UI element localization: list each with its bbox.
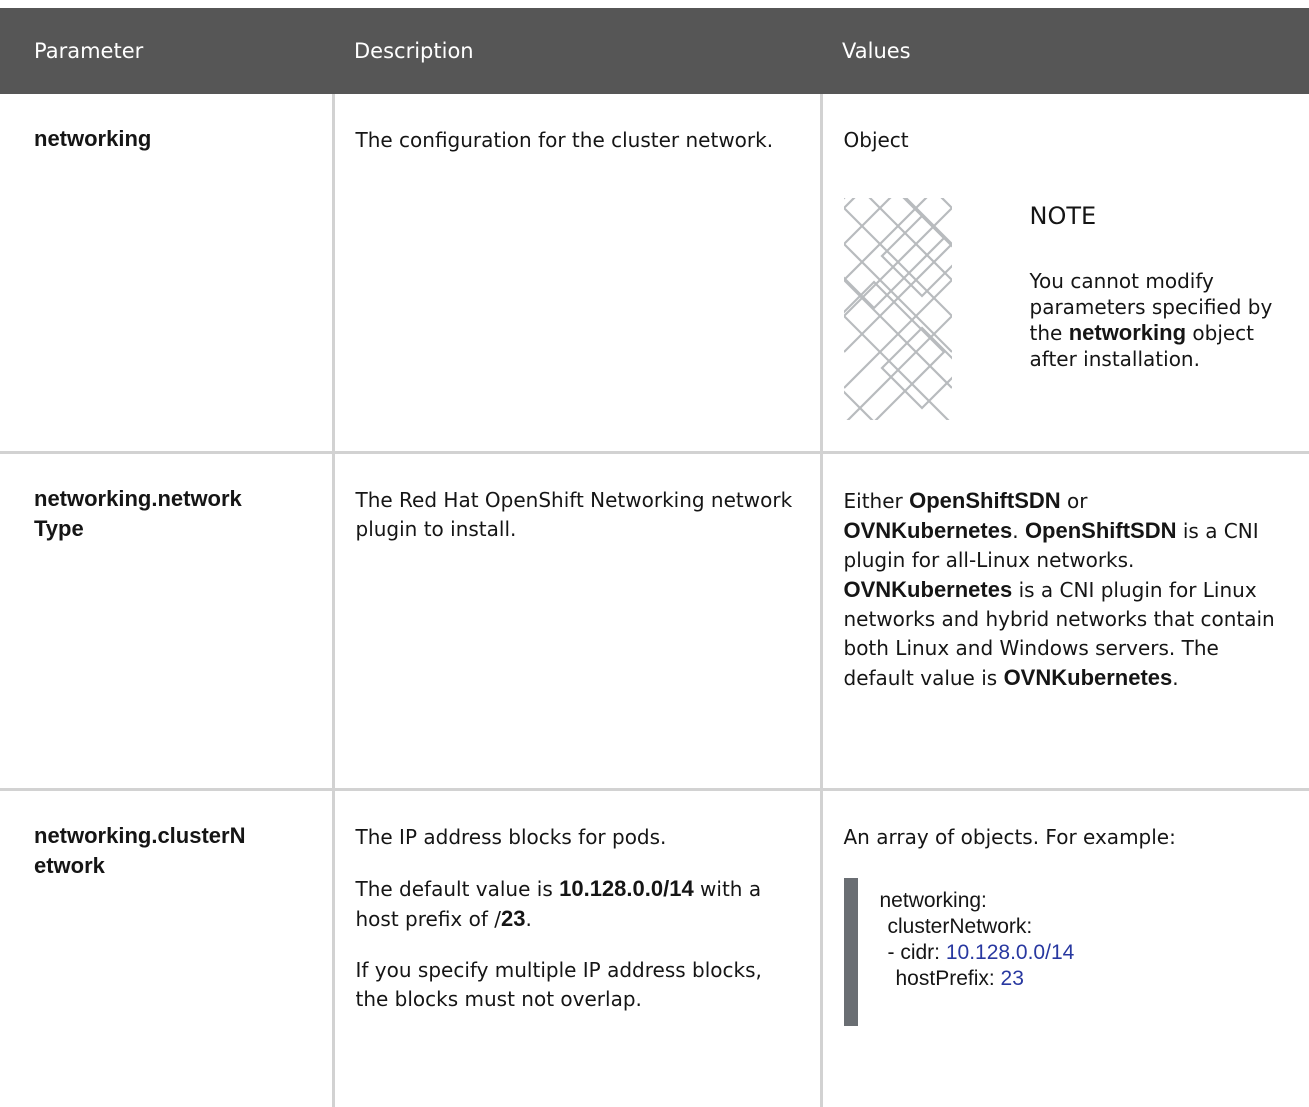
param-description: The IP address blocks for pods. The defa… bbox=[331, 789, 821, 1107]
value-bold-term: OpenShiftSDN bbox=[1024, 517, 1177, 543]
code-key: - cidr: bbox=[887, 940, 946, 964]
note-admonition: NOTE You cannot modify parameters specif… bbox=[843, 198, 1290, 420]
table-row: networking.network Type The Red Hat OpenS… bbox=[0, 452, 1309, 789]
description-text: The IP address blocks for pods. bbox=[355, 824, 667, 849]
note-pattern-icon bbox=[843, 198, 952, 420]
description-default: The default value is 10.128.0.0/14 with … bbox=[356, 874, 800, 934]
description-text-part: The default value is bbox=[355, 876, 560, 901]
code-number: 23 bbox=[1000, 966, 1024, 990]
value-text: An array of objects. For example: bbox=[843, 824, 1176, 849]
note-title: NOTE bbox=[1029, 202, 1097, 230]
description-text: The Red Hat OpenShift Networking network… bbox=[355, 487, 793, 541]
value-text-part: . bbox=[1012, 518, 1025, 543]
description-bold-term: 10.128.0.0/14 bbox=[559, 875, 694, 901]
table-row: networking The configuration for the clu… bbox=[0, 94, 1309, 452]
value-text-part: or bbox=[1060, 488, 1088, 513]
description-overlap-note: If you specify multiple IP address block… bbox=[355, 957, 762, 1011]
note-body: You cannot modify parameters specified b… bbox=[1030, 268, 1290, 372]
header-description: Description bbox=[333, 8, 821, 94]
header-parameter: Parameter bbox=[0, 8, 333, 94]
value-text-part: Either bbox=[843, 488, 910, 513]
param-description: The Red Hat OpenShift Networking network… bbox=[331, 452, 821, 789]
description-text-part: . bbox=[525, 906, 532, 931]
param-name-line2: etwork bbox=[34, 852, 105, 878]
param-values: Object NOTE You cannot modify parameters… bbox=[819, 94, 1309, 452]
value-text-part: . bbox=[1172, 665, 1179, 690]
table-row: networking.clusterN etwork The IP address… bbox=[0, 789, 1309, 1107]
param-values: Either OpenShiftSDN or OVNKubernetes. Op… bbox=[819, 452, 1309, 789]
code-line: networking: bbox=[879, 888, 987, 912]
param-description: The configuration for the cluster networ… bbox=[331, 94, 821, 452]
code-line: - cidr: 10.128.0.0/14 bbox=[880, 940, 1290, 966]
value-bold-term: OVNKubernetes bbox=[1003, 664, 1173, 690]
code-number: 10.128.0.0 bbox=[945, 940, 1046, 964]
table-header-row: Parameter Description Values bbox=[0, 8, 1309, 94]
description-bold-term: 23 bbox=[500, 905, 526, 931]
value-text: Either OpenShiftSDN or OVNKubernetes. Op… bbox=[844, 486, 1290, 693]
parameters-table: Parameter Description Values networking … bbox=[0, 8, 1309, 1107]
header-values: Values bbox=[821, 8, 1309, 94]
param-name: networking bbox=[34, 126, 152, 151]
param-name-line1: networking.clusterN bbox=[34, 822, 246, 848]
code-line: clusterNetwork: bbox=[887, 914, 1033, 938]
value-text: Object bbox=[843, 128, 909, 152]
code-block: networking: clusterNetwork: - cidr: 10.1… bbox=[843, 877, 1290, 1026]
description-text: The configuration for the cluster networ… bbox=[355, 128, 774, 152]
param-name: networking.network Type bbox=[0, 452, 333, 789]
value-bold-term: OVNKubernetes bbox=[843, 517, 1013, 543]
param-name-line2: Type bbox=[34, 515, 84, 541]
value-bold-term: OVNKubernetes bbox=[843, 576, 1013, 602]
code-line: hostPrefix: 23 bbox=[880, 966, 1290, 992]
param-values: An array of objects. For example: networ… bbox=[819, 789, 1309, 1107]
code-number: /14 bbox=[1045, 940, 1075, 964]
param-name-line1: networking.network bbox=[34, 485, 242, 511]
param-name: networking.clusterN etwork bbox=[0, 789, 333, 1107]
note-bold-term: networking bbox=[1068, 320, 1187, 345]
value-bold-term: OpenShiftSDN bbox=[909, 487, 1061, 513]
code-key: hostPrefix: bbox=[895, 966, 1001, 990]
